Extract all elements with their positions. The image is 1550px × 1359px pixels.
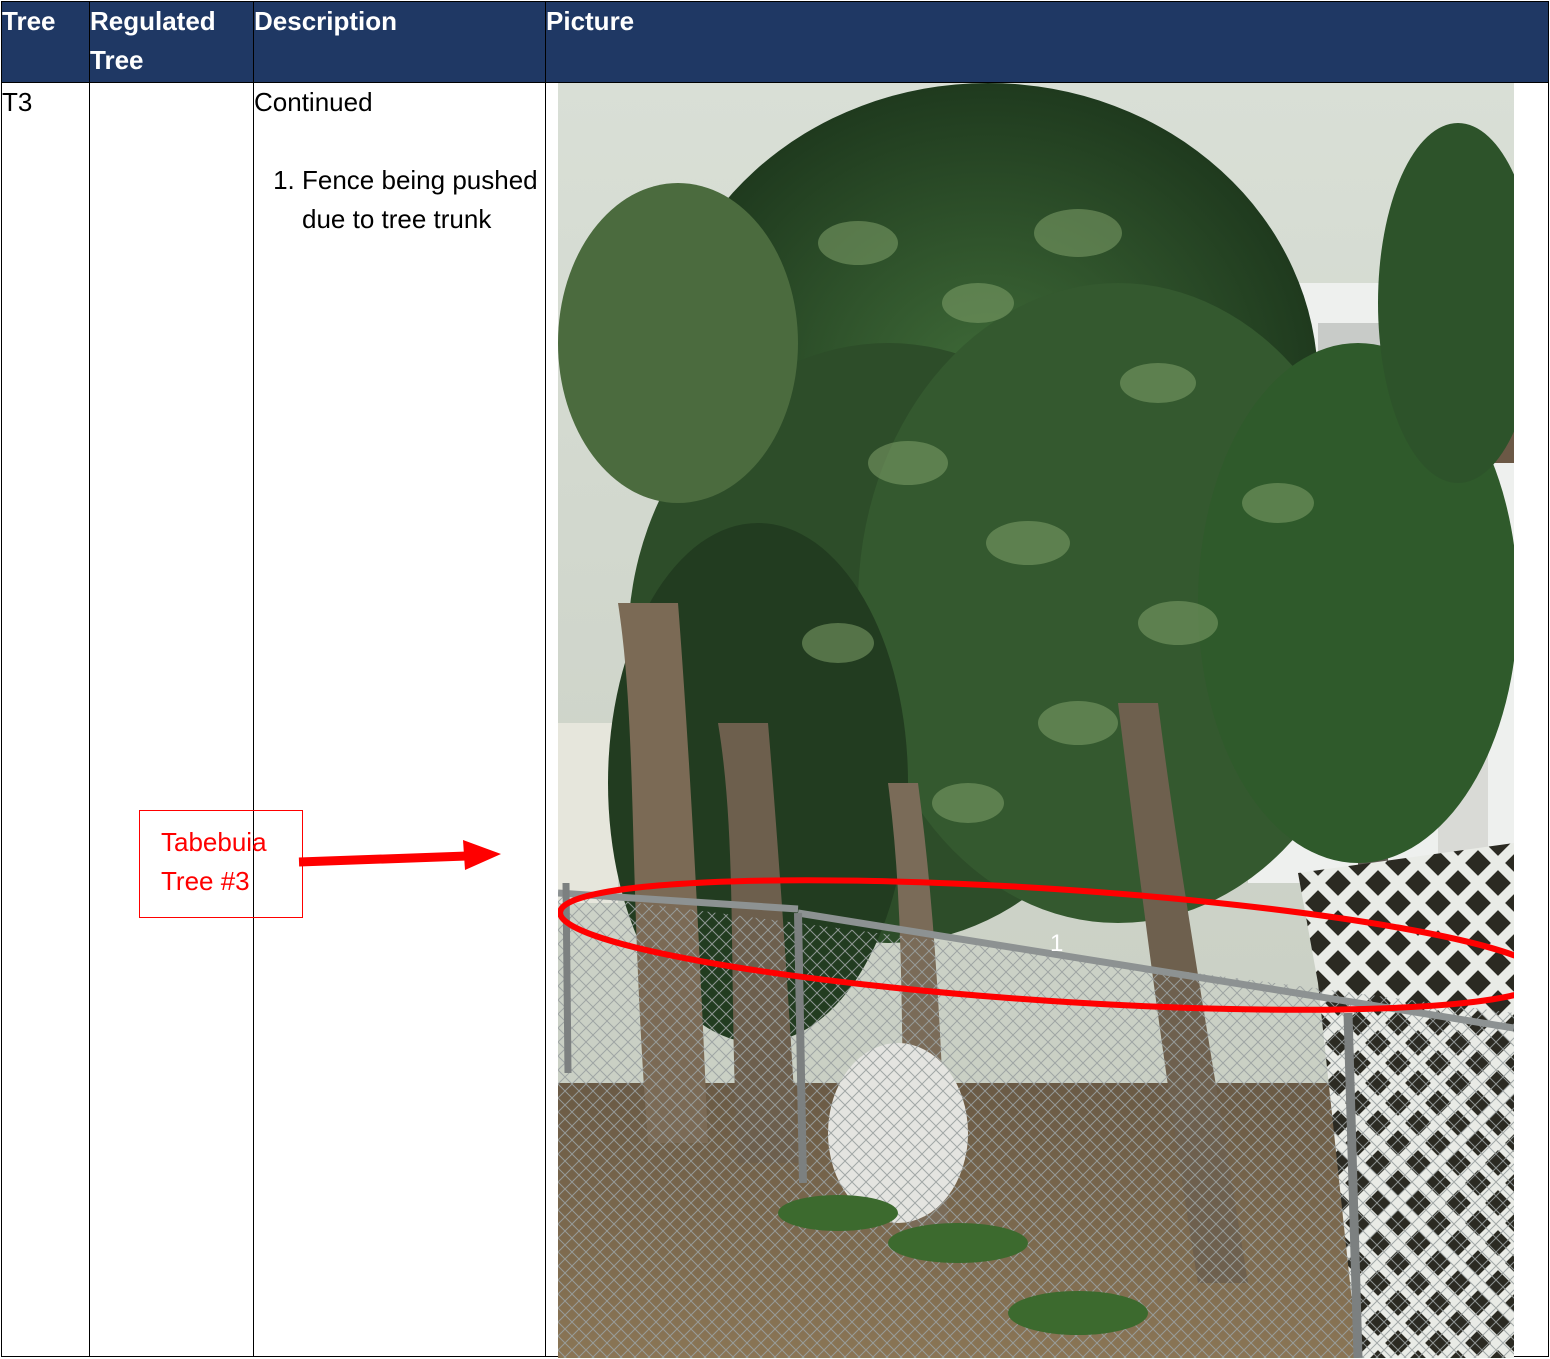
description-intro: Continued <box>254 87 373 117</box>
picture-cell: 1 <box>545 82 1549 1358</box>
callout-text: Tabebuia Tree #3 <box>161 827 267 896</box>
header-description: Description <box>253 1 546 83</box>
header-tree: Tree <box>1 1 90 83</box>
description-item: Fence being pushed due to tree trunk <box>302 161 545 239</box>
regulated-tree-cell <box>89 82 254 1357</box>
tree-inventory-table: Tree Regulated Tree Description Picture … <box>1 1 1549 1358</box>
description-cell: Continued Fence being pushed due to tree… <box>253 82 546 1357</box>
tree-photo-image: 1 <box>558 83 1514 1358</box>
table-row: T3 Continued Fence being pushed due to t… <box>1 82 1549 1358</box>
header-picture: Picture <box>545 1 1549 83</box>
header-row: Tree Regulated Tree Description Picture <box>1 1 1549 83</box>
header-regulated-tree: Regulated Tree <box>89 1 254 83</box>
callout-arrow <box>298 840 501 870</box>
marker-number: 1 <box>1050 930 1063 957</box>
description-list: Fence being pushed due to tree trunk <box>254 161 545 239</box>
tree-photo: 1 <box>558 83 1514 1358</box>
tree-id-cell: T3 <box>1 82 90 1357</box>
callout-box: Tabebuia Tree #3 <box>139 810 303 918</box>
